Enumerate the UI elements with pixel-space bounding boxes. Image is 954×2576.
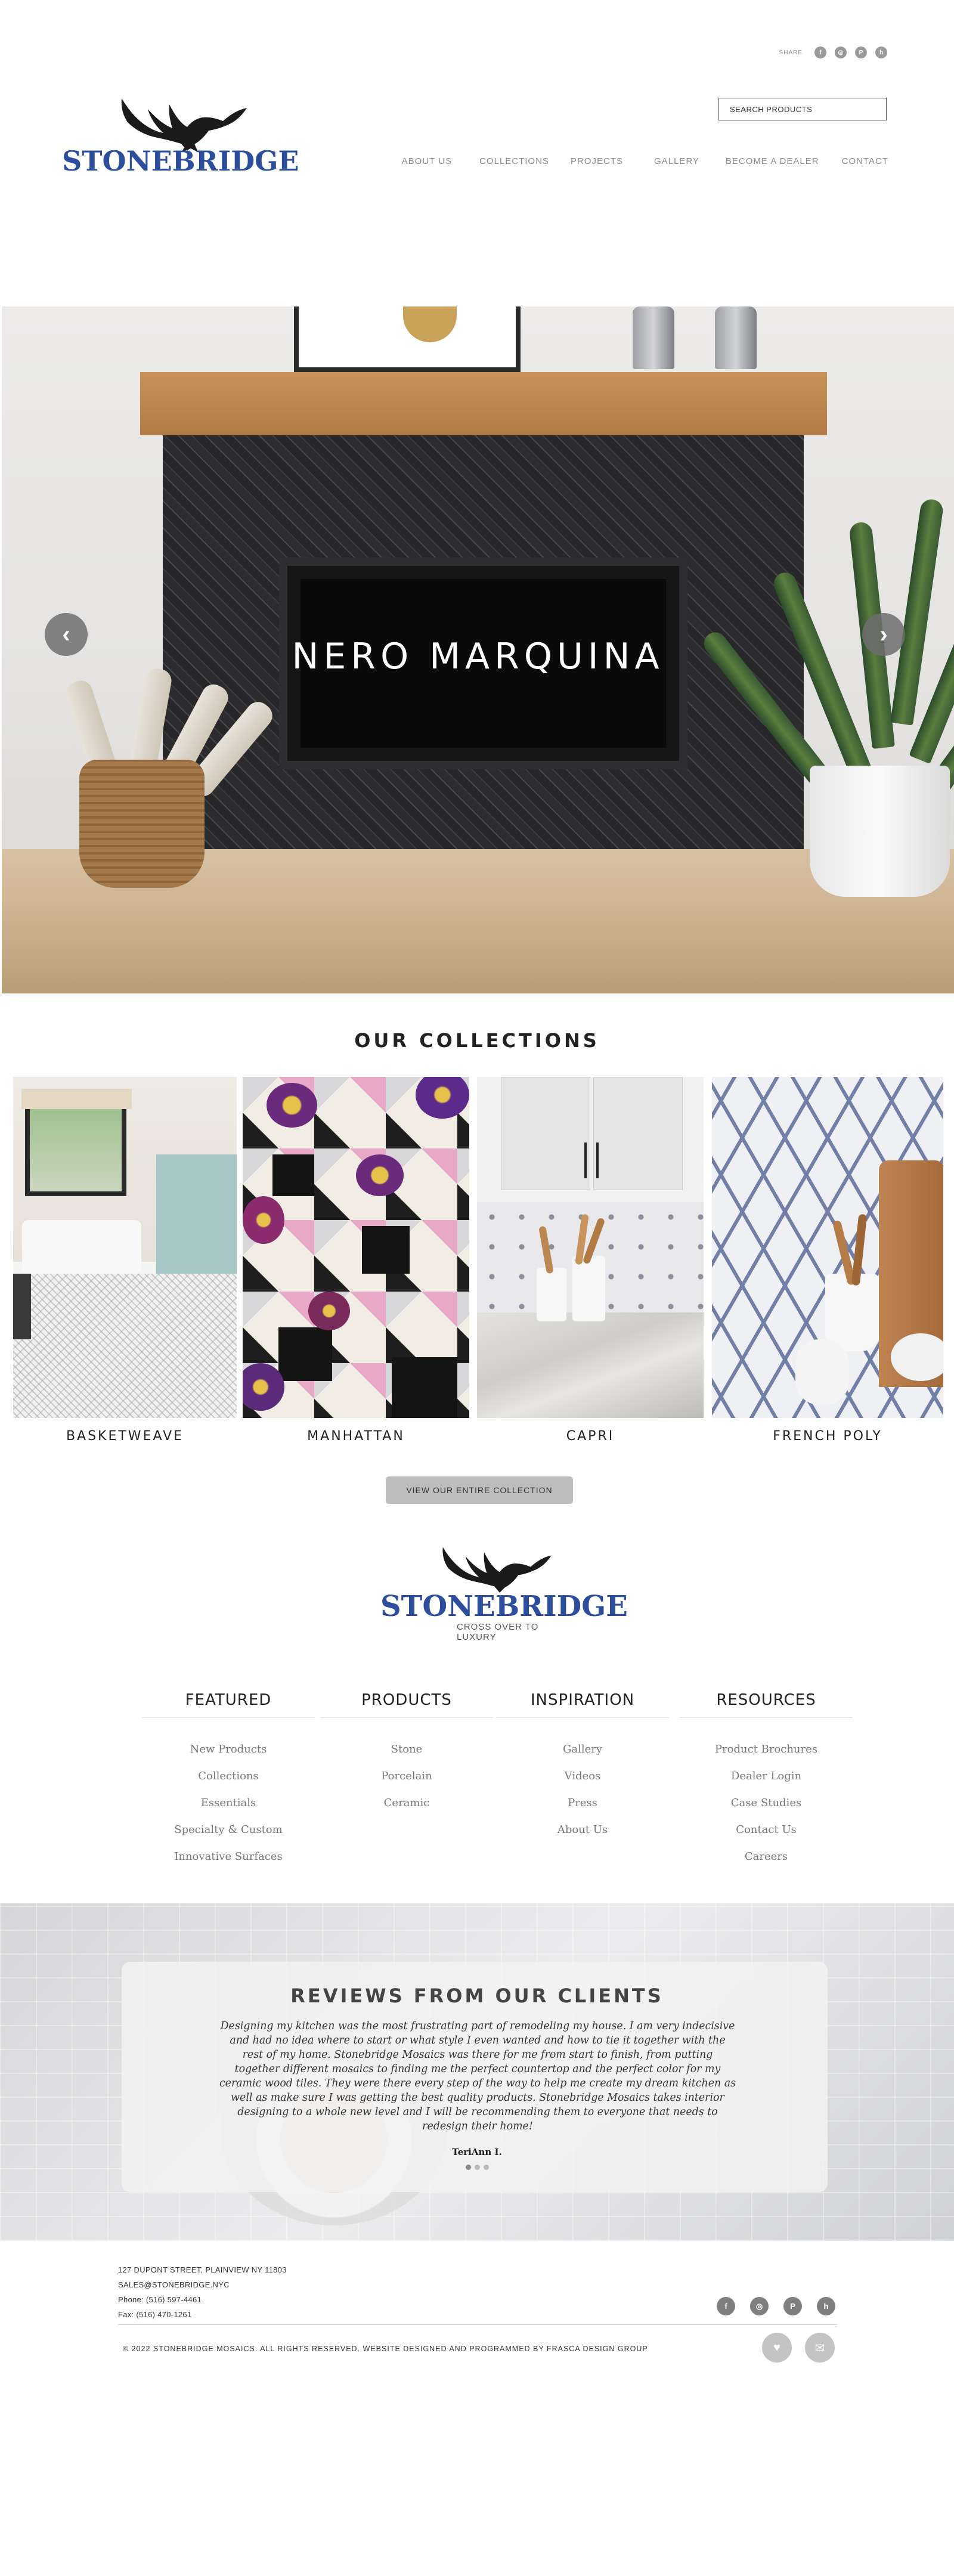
houzz-icon[interactable]: h [817,2297,835,2315]
footer-col-inspiration: INSPIRATION Gallery Videos Press About U… [496,1691,669,1843]
share-bar: SHARE f ◎ P h [779,47,887,58]
collection-card-manhattan[interactable] [243,1077,469,1418]
collection-card-french-poly[interactable] [712,1077,943,1418]
footer-link[interactable]: Dealer Login [680,1763,853,1789]
slider-prev-button[interactable]: ‹ [45,613,88,656]
footer-link[interactable]: About Us [496,1816,669,1843]
hero-planter [810,766,950,897]
contact-info: 127 DUPONT STREET, PLAINVIEW NY 11803 SA… [118,2262,287,2322]
review-dot[interactable] [465,2165,471,2170]
nav-about-us[interactable]: ABOUT US [402,156,452,166]
footer-link[interactable]: Specialty & Custom [142,1816,315,1843]
footer-link[interactable]: Press [496,1789,669,1816]
hero-basket [79,760,205,888]
footer-link[interactable]: Ceramic [320,1789,493,1816]
footer-link[interactable]: Case Studies [680,1789,853,1816]
facebook-icon[interactable]: f [814,47,826,58]
nav-contact[interactable]: CONTACT [842,156,888,166]
houzz-icon[interactable]: h [875,47,887,58]
footer-col-featured: FEATURED New Products Collections Essent… [142,1691,315,1870]
review-pagination [0,2165,954,2170]
footer-link[interactable]: Stone [320,1736,493,1763]
collections-heading: OUR COLLECTIONS [354,1029,600,1052]
footer-divider [118,2324,837,2325]
footer-link[interactable]: Porcelain [320,1763,493,1789]
pinterest-icon[interactable]: P [783,2297,802,2315]
footer-link[interactable]: Product Brochures [680,1736,853,1763]
reviews-heading: REVIEWS FROM OUR CLIENTS [290,1984,664,2007]
review-text: Designing my kitchen was the most frustr… [219,2020,736,2132]
instagram-icon[interactable]: ◎ [835,47,847,58]
footer-col-heading: INSPIRATION [496,1691,669,1718]
view-collection-button[interactable]: VIEW OUR ENTIRE COLLECTION [386,1476,573,1504]
instagram-icon[interactable]: ◎ [750,2297,769,2315]
nav-become-a-dealer[interactable]: BECOME A DEALER [726,156,819,166]
copyright-text: © 2022 STONEBRIDGE MOSAICS. ALL RIGHTS R… [123,2345,648,2353]
slider-next-button[interactable]: › [862,613,905,656]
hero-mantel [140,372,827,435]
collection-label-basketweave[interactable]: BASKETWEAVE [13,1429,237,1444]
nav-collections[interactable]: COLLECTIONS [479,156,549,166]
contact-email[interactable]: SALES@STONEBRIDGE.NYC [118,2277,287,2292]
review-dot[interactable] [474,2165,480,2170]
mail-badge-icon[interactable]: ✉ [805,2333,835,2363]
footer-link[interactable]: Careers [680,1843,853,1870]
hero-vase [633,306,674,369]
footer-col-products: PRODUCTS Stone Porcelain Ceramic [320,1691,493,1816]
pinterest-icon[interactable]: P [855,47,867,58]
footer-col-heading: PRODUCTS [320,1691,493,1718]
collection-label-capri[interactable]: CAPRI [477,1429,704,1444]
site-logo[interactable]: STONEBRIDGE [62,86,299,188]
footer-col-heading: FEATURED [142,1691,315,1718]
hero-vase [715,306,757,369]
nav-gallery[interactable]: GALLERY [654,156,699,166]
footer-col-heading: RESOURCES [680,1691,853,1718]
search-box [718,98,887,120]
footer-link[interactable]: Essentials [142,1789,315,1816]
collection-label-french-poly[interactable]: FRENCH POLY [712,1429,943,1444]
search-input[interactable] [730,104,886,114]
footer-logo[interactable]: STONEBRIDGE CROSS OVER TO LUXURY [380,1532,628,1642]
footer-social-icons: f ◎ P h [717,2297,835,2315]
chevron-left-icon: ‹ [62,621,70,648]
contact-fax: Fax: (516) 470-1261 [118,2310,192,2319]
hero-title: NERO MARQUINA [292,636,664,677]
footer-link[interactable]: Gallery [496,1736,669,1763]
hero-slider: NERO MARQUINA ‹ › [2,306,954,993]
footer-link[interactable]: Contact Us [680,1816,853,1843]
footer-link[interactable]: Videos [496,1763,669,1789]
hero-wall-art [294,306,521,372]
footer-link[interactable]: Innovative Surfaces [142,1843,315,1870]
footer-logo-text: STONEBRIDGE [380,1590,628,1623]
logo-text: STONEBRIDGE [62,145,299,177]
eagle-icon [442,1547,552,1593]
footer-link[interactable]: Collections [142,1763,315,1789]
heart-badge-icon[interactable]: ♥ [762,2333,792,2363]
facebook-icon[interactable]: f [717,2297,735,2315]
review-author: TeriAnn I. [452,2147,502,2157]
chevron-right-icon: › [879,621,888,648]
footer-logo-tagline: CROSS OVER TO LUXURY [457,1622,539,1642]
share-label: SHARE [779,49,803,56]
review-dot[interactable] [483,2165,489,2170]
footer-link[interactable]: New Products [142,1736,315,1763]
eagle-icon [121,98,247,152]
contact-phone[interactable]: Phone: (516) 597-4461 [118,2292,287,2307]
collection-card-basketweave[interactable] [13,1077,237,1418]
collection-label-manhattan[interactable]: MANHATTAN [243,1429,469,1444]
footer-col-resources: RESOURCES Product Brochures Dealer Login… [680,1691,853,1870]
contact-address: 127 DUPONT STREET, PLAINVIEW NY 11803 [118,2265,287,2274]
nav-projects[interactable]: PROJECTS [571,156,623,166]
collection-card-capri[interactable] [477,1077,704,1418]
main-nav: ABOUT US COLLECTIONS PROJECTS GALLERY BE… [402,156,888,166]
